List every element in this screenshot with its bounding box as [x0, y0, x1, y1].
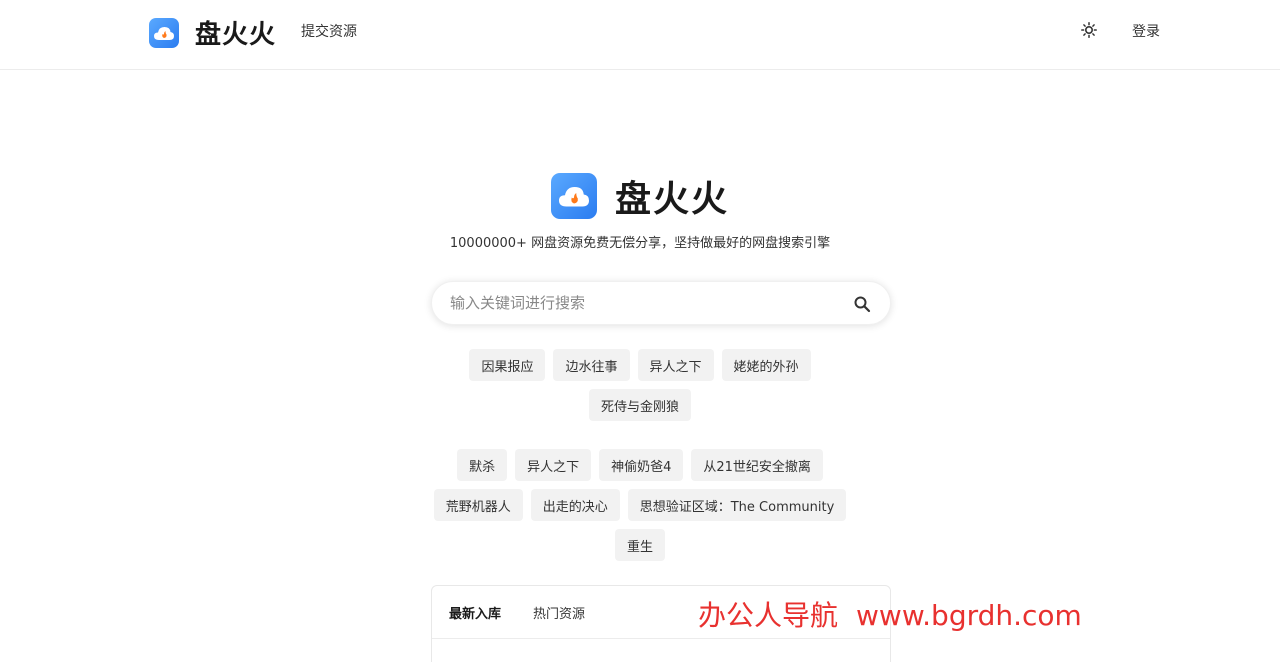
cloud-fire-logo-icon [550, 173, 597, 219]
trending-tag[interactable]: 异人之下 [515, 449, 592, 481]
nav-submit-resource[interactable]: 提交资源 [301, 21, 357, 41]
hero-title: 盘火火 [614, 179, 729, 220]
login-link[interactable]: 登录 [1132, 21, 1160, 41]
hero: 盘火火 [0, 170, 1280, 222]
trending-tags-row-1: 默杀 异人之下 神偷奶爸4 从21世纪安全撤离 [0, 449, 1280, 481]
trending-tags-row-2: 荒野机器人 出走的决心 思想验证区域：The Community [0, 489, 1280, 521]
hot-tag[interactable]: 因果报应 [469, 349, 546, 381]
list-item[interactable] [452, 656, 672, 662]
hot-tags-row-1: 因果报应 边水往事 异人之下 姥姥的外孙 [0, 349, 1280, 381]
watermark: 办公人导航 www.bgrdh.com [698, 594, 1082, 634]
search-input[interactable] [450, 282, 840, 324]
trending-tag[interactable]: 荒野机器人 [433, 489, 523, 521]
hot-tag[interactable]: 异人之下 [637, 349, 714, 381]
trending-tag[interactable]: 出走的决心 [530, 489, 620, 521]
watermark-right: www.bgrdh.com [856, 599, 1082, 632]
trending-tag[interactable]: 默杀 [457, 449, 508, 481]
watermark-left: 办公人导航 [698, 599, 839, 632]
hot-tags-row-2: 死侍与金刚狼 [0, 389, 1280, 421]
search-button[interactable] [852, 294, 872, 314]
sun-icon [1081, 22, 1097, 38]
slogan: 10000000+ 网盘资源免费无偿分享，坚持做最好的网盘搜索引擎 [449, 236, 831, 251]
trending-tag[interactable]: 神偷奶爸4 [599, 449, 684, 481]
theme-toggle-button[interactable] [1080, 20, 1098, 40]
cloud-fire-logo-icon [149, 17, 179, 48]
tab-latest[interactable]: 最新入库 [449, 603, 501, 622]
brand-name[interactable]: 盘火火 [195, 14, 276, 51]
top-navbar: 盘火火 提交资源 登录 [0, 0, 1280, 70]
trending-tag[interactable]: 重生 [614, 529, 665, 561]
trending-tag[interactable]: 从21世纪安全撤离 [691, 449, 823, 481]
trending-tags-row-3: 重生 [0, 529, 1280, 561]
hot-tag[interactable]: 边水往事 [553, 349, 630, 381]
tab-popular[interactable]: 热门资源 [533, 603, 585, 622]
brand-link[interactable]: 盘火火 [149, 14, 276, 51]
hot-tag[interactable]: 姥姥的外孙 [721, 349, 811, 381]
search-icon [854, 296, 871, 313]
hot-tag[interactable]: 死侍与金刚狼 [588, 389, 691, 421]
search-box [431, 281, 891, 325]
trending-tag[interactable]: 思想验证区域：The Community [627, 489, 847, 521]
